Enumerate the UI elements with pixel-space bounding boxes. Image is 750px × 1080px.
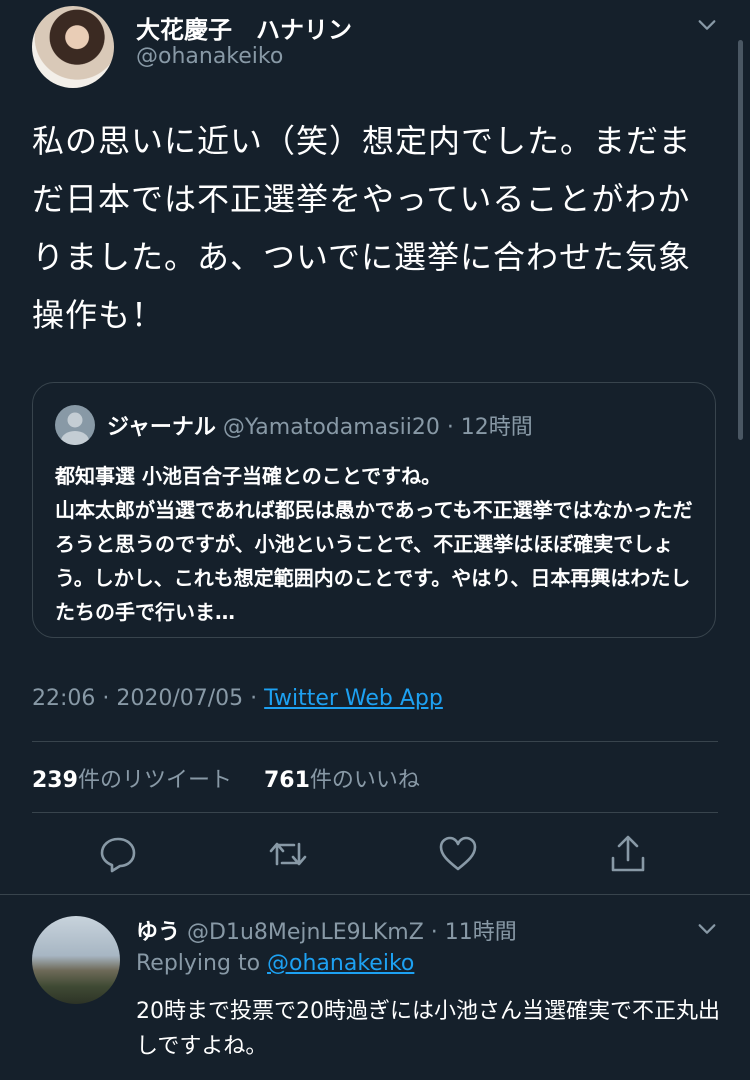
divider xyxy=(32,741,718,742)
quoted-handle-time: @Yamatodamasii20 · 12時間 xyxy=(215,415,533,440)
reply-icon xyxy=(100,837,136,873)
divider xyxy=(0,894,750,895)
like-icon xyxy=(439,836,477,871)
reply-text: 20時まで投票で20時過ぎには小池さん当選確実で不正丸出しですよね。 xyxy=(136,999,720,1059)
retweet-button[interactable] xyxy=(268,834,308,874)
retweet-icon xyxy=(269,842,307,866)
likes-count: 761 xyxy=(263,768,310,793)
share-button[interactable] xyxy=(608,834,648,874)
chevron-down-icon xyxy=(698,924,716,934)
likes-stat[interactable]: 761件のいいね xyxy=(264,768,420,793)
tweet-stats: 239件のリツイート 761件のいいね xyxy=(32,762,420,794)
reply-handle-time: @D1u8MejnLE9LKmZ · 11時間 xyxy=(180,920,517,945)
share-icon xyxy=(611,835,645,872)
chevron-down-icon xyxy=(698,20,716,30)
quoted-tweet[interactable]: ジャーナル @Yamatodamasii20 · 12時間 都知事選 小池百合子… xyxy=(32,382,716,638)
author-avatar[interactable] xyxy=(32,6,114,88)
quoted-avatar xyxy=(55,405,95,445)
source-link[interactable]: Twitter Web App xyxy=(264,686,443,711)
tweet-timestamp: 22:06 · 2020/07/05 · Twitter Web App xyxy=(32,686,443,711)
retweets-count: 239 xyxy=(32,768,78,793)
retweets-label: 件のリツイート xyxy=(77,768,232,793)
reply-author-name[interactable]: ゆう xyxy=(136,920,180,945)
timestamp-text: 22:06 · 2020/07/05 · xyxy=(32,686,265,711)
replying-prefix: Replying to xyxy=(136,951,268,976)
reply-menu-button[interactable] xyxy=(696,918,718,944)
retweets-stat[interactable]: 239件のリツイート xyxy=(32,768,232,793)
replying-to: Replying to @ohanakeiko xyxy=(136,951,414,976)
reply-avatar[interactable] xyxy=(32,916,120,1004)
reply-header: ゆう @D1u8MejnLE9LKmZ · 11時間 xyxy=(136,914,517,946)
author-name[interactable]: 大花慶子 ハナリン xyxy=(136,10,352,45)
like-button[interactable] xyxy=(438,834,478,874)
likes-label: 件のいいね xyxy=(309,768,420,793)
tweet-text: 私の思いに近い（笑）想定内でした。まだまだ日本では不正選挙をやっていることがわか… xyxy=(32,122,692,334)
scrollbar[interactable] xyxy=(738,40,743,440)
replying-handle-link[interactable]: @ohanakeiko xyxy=(267,951,414,976)
author-handle[interactable]: @ohanakeiko xyxy=(136,44,283,69)
quoted-text: 都知事選 小池百合子当確とのことですね。 山本太郎が当選であれば都民は愚かであっ… xyxy=(55,464,693,624)
tweet-menu-button[interactable] xyxy=(696,14,718,40)
default-avatar-icon xyxy=(61,412,89,445)
quoted-header: ジャーナル @Yamatodamasii20 · 12時間 xyxy=(107,409,533,441)
divider xyxy=(32,812,718,813)
reply-button[interactable] xyxy=(98,834,138,874)
quoted-author-name: ジャーナル xyxy=(107,415,216,440)
